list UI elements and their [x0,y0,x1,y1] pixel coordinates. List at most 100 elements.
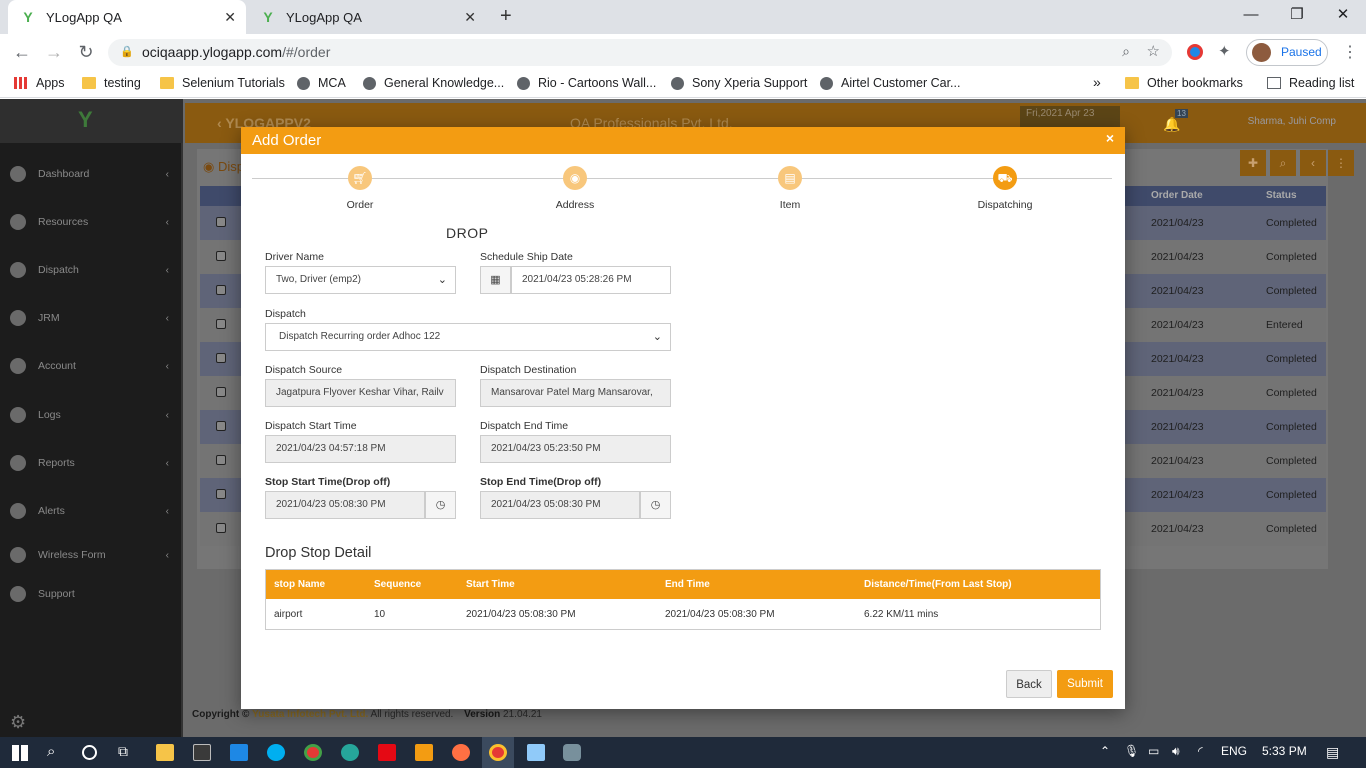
app-s-icon[interactable] [415,744,433,761]
paint-icon[interactable] [563,744,581,761]
back-arrow-icon[interactable]: ← [10,41,34,63]
sidebar-item-wireless-form[interactable]: Wireless Form ‹ [0,545,183,565]
calendar-icon[interactable]: ▦ [480,266,511,294]
bookmark-apps[interactable]: Apps [14,76,65,90]
user-name[interactable]: Sharma, Juhi Comp [1248,116,1336,127]
window-close-icon[interactable]: ✕ [1320,0,1366,30]
step-item[interactable]: ▤ Item [730,166,850,211]
chevron-left-icon[interactable]: ‹ [1300,150,1326,176]
skype-icon[interactable] [267,744,285,761]
row-checkbox[interactable] [216,217,226,227]
address-bar[interactable]: 🔒 ociqaapp.ylogapp.com/#/order ⌕ ☆ [108,39,1172,66]
bookmark-rio[interactable]: Rio - Cartoons Wall... [517,76,656,90]
other-bookmarks[interactable]: Other bookmarks [1125,76,1243,90]
stop-end-time-field[interactable]: 2021/04/23 05:08:30 PM [480,491,640,519]
more-icon[interactable]: ⋮ [1328,150,1354,176]
clock[interactable]: 5:33 PM [1262,744,1307,758]
close-icon[interactable]: × [1106,130,1114,146]
bookmark-selenium[interactable]: Selenium Tutorials [160,76,285,90]
step-address[interactable]: ◉ Address [515,166,635,211]
task-view-icon[interactable]: ⧉ [118,743,128,760]
notifications-icon[interactable]: ▤ [1326,744,1339,761]
submit-button[interactable]: Submit [1057,670,1113,698]
bookmark-sony[interactable]: Sony Xperia Support [671,76,807,90]
wifi-icon[interactable]: ◜ [1198,744,1203,758]
netflix-icon[interactable] [378,744,396,761]
reload-icon[interactable]: ↻ [74,41,98,63]
driver-name-select[interactable]: Two, Driver (emp2) ⌄ [265,266,456,294]
footer-company[interactable]: Yusata Infotech Pvt. Ltd. [252,709,368,720]
row-checkbox[interactable] [216,319,226,329]
search-icon[interactable]: ⌕ [1270,150,1296,176]
mail-icon[interactable] [230,744,248,761]
row-checkbox[interactable] [216,421,226,431]
dispatch-select[interactable]: Dispatch Recurring order Adhoc 122 ⌄ [265,323,671,351]
dispatch-start-time-field[interactable]: 2021/04/23 04:57:18 PM [265,435,456,463]
row-checkbox[interactable] [216,455,226,465]
close-tab-icon[interactable]: ✕ [464,9,476,26]
forward-arrow-icon[interactable]: → [42,41,66,63]
close-tab-icon[interactable]: ✕ [224,9,236,26]
profile-button[interactable]: Paused [1246,39,1328,66]
step-dispatching[interactable]: ⛟ Dispatching [945,166,1065,211]
browser-tab-active[interactable]: Y YLogApp QA ✕ [8,0,246,34]
row-checkbox[interactable] [216,387,226,397]
sidebar-item-resources[interactable]: Resources ‹ [0,212,183,232]
bookmark-airtel[interactable]: Airtel Customer Car... [820,76,960,90]
sidebar-item-dashboard[interactable]: Dashboard ‹ [0,164,183,184]
row-checkbox[interactable] [216,353,226,363]
dispatch-end-time-field[interactable]: 2021/04/23 05:23:50 PM [480,435,671,463]
sidebar-item-jrm[interactable]: JRM ‹ [0,308,183,328]
schedule-ship-date-input[interactable]: 2021/04/23 05:28:26 PM [511,266,671,294]
microphone-icon[interactable]: 🎙︎ [1124,744,1139,758]
bookmark-mca[interactable]: MCA [297,76,346,90]
firefox-icon[interactable] [452,744,470,761]
add-icon[interactable]: ✚ [1240,150,1266,176]
sidebar-item-dispatch[interactable]: Dispatch ‹ [0,260,183,280]
reading-list[interactable]: Reading list [1267,76,1354,90]
step-order[interactable]: 🛒︎ Order [300,166,420,211]
browser-menu-icon[interactable]: ⋮ [1342,42,1358,62]
chrome-extension-icon[interactable] [1187,44,1203,60]
language-indicator[interactable]: ENG [1221,744,1247,758]
sidebar-item-reports[interactable]: Reports ‹ [0,453,183,473]
sidebar-item-account[interactable]: Account ‹ [0,356,183,376]
back-button[interactable]: Back [1006,670,1052,698]
dispatch-source-field[interactable]: Jagatpura Flyover Keshar Vihar, Railv [265,379,456,407]
chevron-up-icon[interactable]: ⌃ [1100,744,1110,758]
sidebar-item-alerts[interactable]: Alerts ‹ [0,501,183,521]
minimize-icon[interactable]: — [1228,0,1274,30]
battery-icon[interactable]: ▭ [1148,744,1159,758]
row-checkbox[interactable] [216,489,226,499]
search-icon[interactable]: ⌕ [47,743,55,760]
browser-tab[interactable]: Y YLogApp QA ✕ [248,0,486,34]
file-explorer-icon[interactable] [156,744,174,761]
bookmark-testing[interactable]: testing [82,76,141,90]
bookmark-gk[interactable]: General Knowledge... [363,76,504,90]
column-header[interactable]: Status [1266,190,1297,201]
settings-gear-icon[interactable]: ⚙ [10,712,26,733]
store-icon[interactable] [193,744,211,761]
stop-start-time-field[interactable]: 2021/04/23 05:08:30 PM [265,491,425,519]
cortana-icon[interactable] [82,745,97,760]
chrome-icon[interactable] [304,744,322,761]
bookmark-star-icon[interactable]: ☆ [1147,42,1160,60]
more-bookmarks-icon[interactable]: » [1093,74,1101,90]
restore-icon[interactable]: ❐ [1274,0,1320,30]
new-tab-icon[interactable]: + [500,5,512,28]
row-checkbox[interactable] [216,251,226,261]
volume-icon[interactable]: 🔊︎ [1172,744,1180,759]
sidebar-item-support[interactable]: Support [0,584,183,604]
row-checkbox[interactable] [216,523,226,533]
sidebar-item-logs[interactable]: Logs ‹ [0,405,183,425]
clock-icon[interactable]: ◷ [425,491,456,519]
column-header[interactable]: Order Date [1151,190,1203,201]
windows-start-icon[interactable] [12,745,28,761]
notepad-icon[interactable] [527,744,545,761]
zoom-search-icon[interactable]: ⌕ [1122,43,1130,60]
clock-icon[interactable]: ◷ [640,491,671,519]
edge-icon[interactable] [341,744,359,761]
chrome-icon[interactable] [489,744,507,761]
row-checkbox[interactable] [216,285,226,295]
bell-icon[interactable]: 🔔 [1163,116,1180,133]
